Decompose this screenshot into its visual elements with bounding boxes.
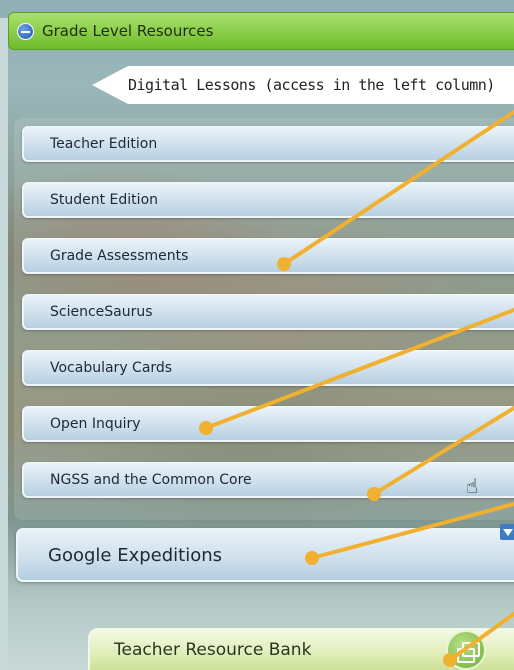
google-expeditions-button[interactable]: Google Expeditions	[16, 528, 514, 582]
panel-left-edge	[0, 18, 8, 670]
vocabulary-cards-button[interactable]: Vocabulary Cards	[22, 350, 514, 386]
sciencesaurus-label: ScienceSaurus	[50, 304, 153, 320]
student-edition-button[interactable]: Student Edition	[22, 182, 514, 218]
grade-level-resources-header[interactable]: Grade Level Resources	[8, 12, 514, 50]
teacher-resource-bank-label: Teacher Resource Bank	[114, 640, 312, 660]
teacher-edition-label: Teacher Edition	[50, 136, 158, 152]
hand-cursor-icon: ☝	[466, 474, 479, 498]
digital-lessons-label: Digital Lessons (access in the left colu…	[128, 76, 495, 94]
scroll-down-icon[interactable]	[500, 524, 514, 540]
ngss-common-core-label: NGSS and the Common Core	[50, 472, 252, 488]
google-expeditions-label: Google Expeditions	[48, 544, 223, 566]
minus-icon[interactable]	[17, 22, 34, 40]
copy-icon[interactable]	[446, 630, 486, 670]
digital-lessons-banner[interactable]: Digital Lessons (access in the left colu…	[92, 66, 514, 104]
header-title: Grade Level Resources	[42, 22, 214, 40]
sciencesaurus-button[interactable]: ScienceSaurus	[22, 294, 514, 330]
grade-assessments-button[interactable]: Grade Assessments	[22, 238, 514, 274]
teacher-edition-button[interactable]: Teacher Edition	[22, 126, 514, 162]
ngss-common-core-button[interactable]: NGSS and the Common Core	[22, 462, 514, 498]
student-edition-label: Student Edition	[50, 192, 159, 208]
open-inquiry-label: Open Inquiry	[50, 416, 141, 432]
vocabulary-cards-label: Vocabulary Cards	[50, 360, 173, 376]
open-inquiry-button[interactable]: Open Inquiry	[22, 406, 514, 442]
grade-assessments-label: Grade Assessments	[50, 248, 189, 264]
